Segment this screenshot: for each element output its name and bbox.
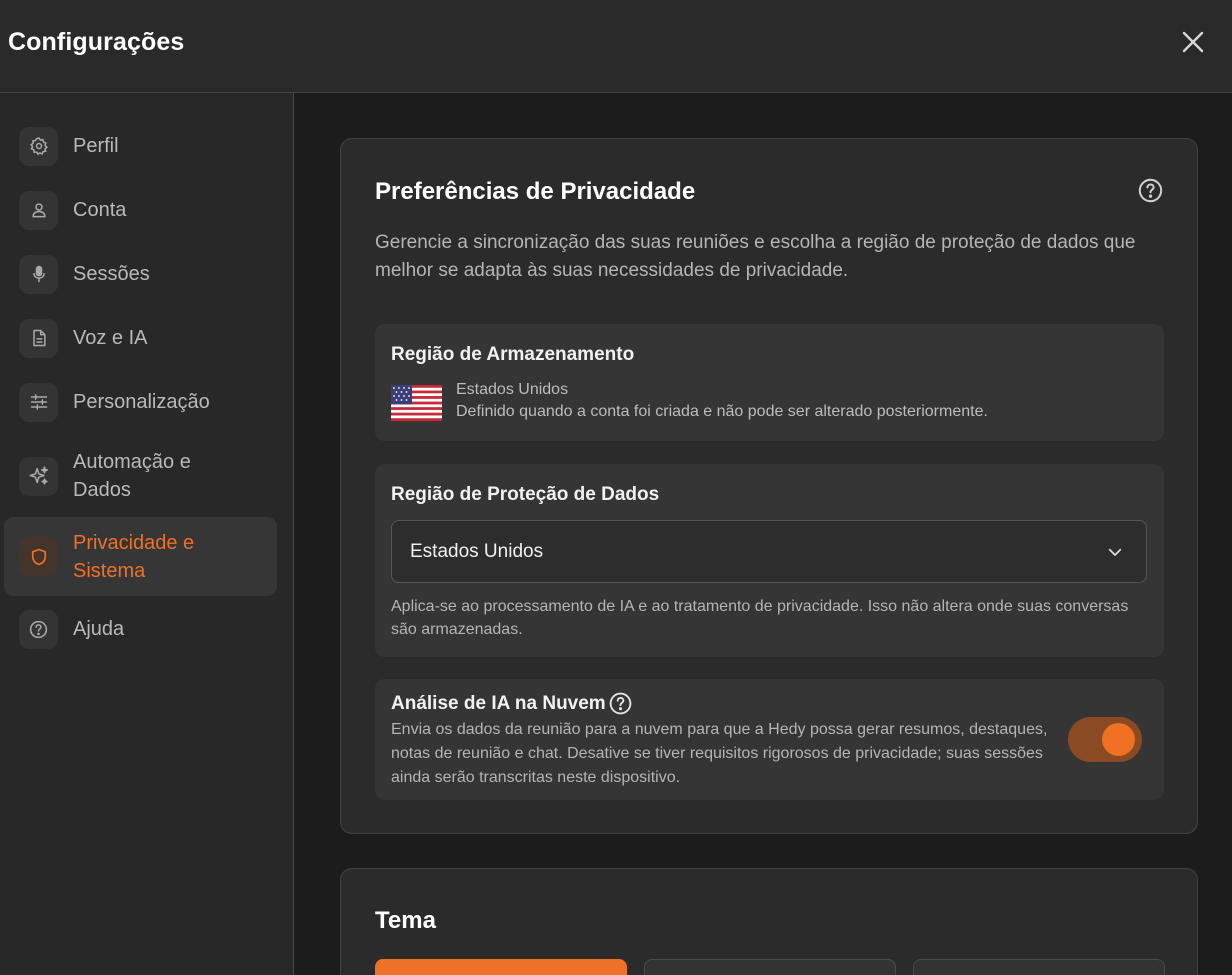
sidebar-item-conta[interactable]: Conta [4,189,277,231]
toggle-knob [1102,723,1135,756]
sidebar-item-personalizacao[interactable]: Personalização [4,381,277,423]
user-icon [19,190,58,230]
sidebar-item-voz-e-ia[interactable]: Voz e IA [4,317,277,359]
privacy-preferences-card: Preferências de Privacidade Gerencie a s… [340,138,1198,834]
sidebar-item-privacidade-e-sistema[interactable]: Privacidade e Sistema [4,517,277,596]
sidebar-item-label: Automação e Dados [73,451,191,501]
theme-title: Tema [375,907,436,934]
sidebar-item-label: Sessões [73,263,150,285]
sidebar-item-automacao-e-dados[interactable]: Automação e Dados [4,441,277,511]
cloud-ai-description: Envia os dados da reunião para a nuvem p… [391,721,1048,786]
storage-region-note: Definido quando a conta foi criada e não… [456,403,988,420]
sliders-icon [19,382,58,422]
microphone-icon [19,254,58,294]
settings-header: Configurações [0,0,1232,93]
settings-sidebar: Perfil Conta Sessões Voz e IA Personaliz… [0,93,294,975]
sidebar-item-sessoes[interactable]: Sessões [4,253,277,295]
storage-region-title: Região de Armazenamento [391,344,635,365]
theme-option-button[interactable] [375,959,627,975]
sidebar-item-label: Voz e IA [73,327,148,349]
help-circle-icon [1138,178,1163,203]
data-protection-selected-value: Estados Unidos [410,540,544,562]
cloud-ai-toggle[interactable] [1068,717,1142,762]
data-protection-title: Região de Proteção de Dados [391,484,660,505]
theme-card: Tema [340,868,1198,975]
privacy-description: Gerencie a sincronização das suas reuniõ… [375,232,1136,281]
data-protection-section: Região de Proteção de Dados Estados Unid… [375,464,1164,657]
sidebar-item-label: Conta [73,199,127,221]
storage-region-section: Região de Armazenamento Estados Unidos D… [375,324,1164,441]
sidebar-item-perfil[interactable]: Perfil [4,125,277,167]
sidebar-item-label: Personalização [73,391,210,413]
us-flag-icon [391,385,442,421]
data-protection-select[interactable]: Estados Unidos [391,520,1147,583]
cloud-ai-title-row: Análise de IA na Nuvem [391,691,633,716]
sidebar-item-label: Perfil [73,135,119,157]
page-title: Configurações [8,28,185,56]
storage-region-value: Estados Unidos [456,381,569,398]
shield-icon [19,537,58,576]
cloud-ai-title: Análise de IA na Nuvem [391,692,606,714]
chevron-down-icon [1108,548,1122,556]
help-circle-icon [19,609,58,649]
data-protection-note: Aplica-se ao processamento de IA e ao tr… [391,598,1129,638]
sparkles-icon [19,456,58,496]
privacy-title: Preferências de Privacidade [375,178,696,205]
cloud-ai-section: Análise de IA na Nuvem Envia os dados da… [375,679,1164,800]
sidebar-item-label: Privacidade e Sistema [73,531,195,582]
privacy-help-button[interactable] [1137,177,1164,209]
sidebar-item-label: Ajuda [73,618,125,640]
help-circle-icon[interactable] [608,691,633,716]
close-icon [1182,31,1204,53]
close-button[interactable] [1176,26,1210,58]
sidebar-item-ajuda[interactable]: Ajuda [4,608,277,650]
theme-option-button[interactable] [644,959,896,975]
document-icon [19,318,58,358]
theme-option-button[interactable] [913,959,1165,975]
gear-icon [19,126,58,166]
settings-content: Preferências de Privacidade Gerencie a s… [295,93,1232,975]
